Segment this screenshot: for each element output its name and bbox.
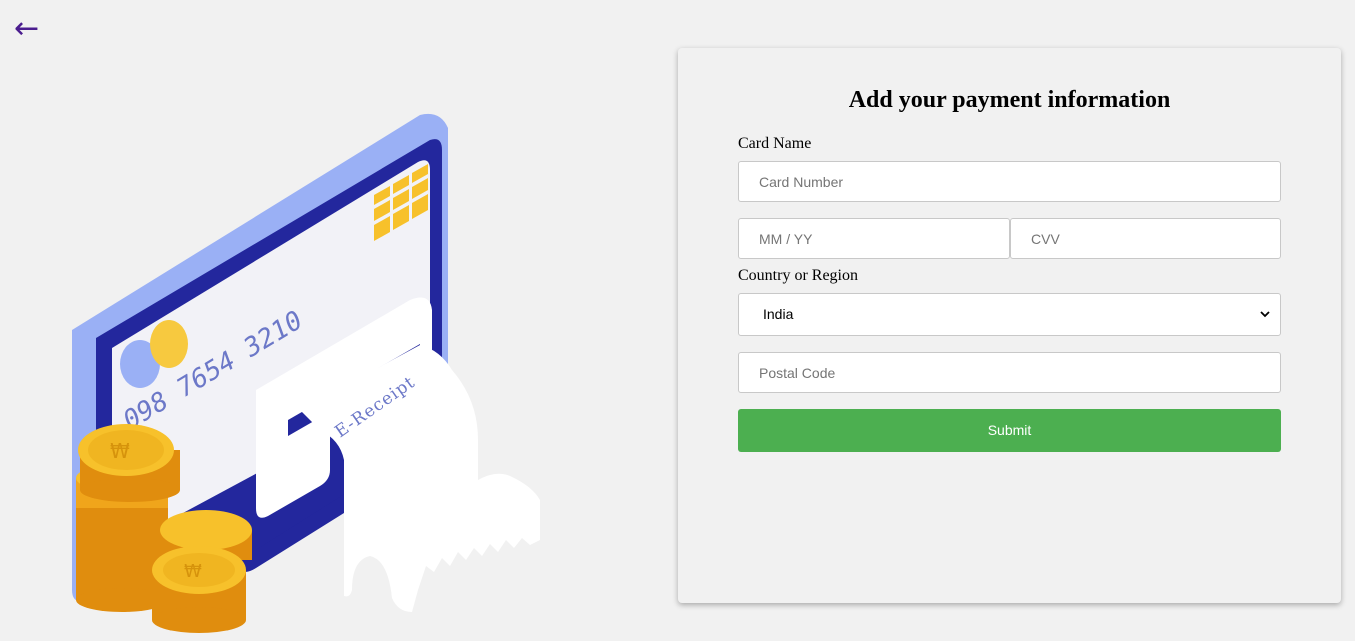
cvv-input[interactable]	[1010, 218, 1281, 259]
expiry-date-input[interactable]	[738, 218, 1010, 259]
card-logo-circle-right	[150, 320, 188, 368]
country-region-label: Country or Region	[738, 267, 858, 284]
coin-stack-right-icon: ₩	[152, 510, 252, 633]
back-arrow-icon[interactable]: ←	[14, 14, 39, 44]
chevron-down-icon	[1260, 311, 1270, 318]
card-number-input[interactable]	[738, 161, 1281, 202]
credit-card-payment-illustration: 098 7654 3210 E-Receipt ₩ ₩	[72, 113, 540, 633]
postal-code-input[interactable]	[738, 352, 1281, 393]
form-title: Add your payment information	[848, 87, 1171, 113]
country-select-value: India	[763, 306, 794, 322]
payment-form-card: Add your payment information Card Name C…	[678, 48, 1341, 603]
card-name-label: Card Name	[738, 135, 812, 152]
country-select[interactable]: India	[738, 293, 1281, 336]
submit-button[interactable]: Submit	[738, 409, 1281, 452]
svg-text:₩: ₩	[184, 561, 202, 582]
svg-text:₩: ₩	[110, 439, 130, 463]
